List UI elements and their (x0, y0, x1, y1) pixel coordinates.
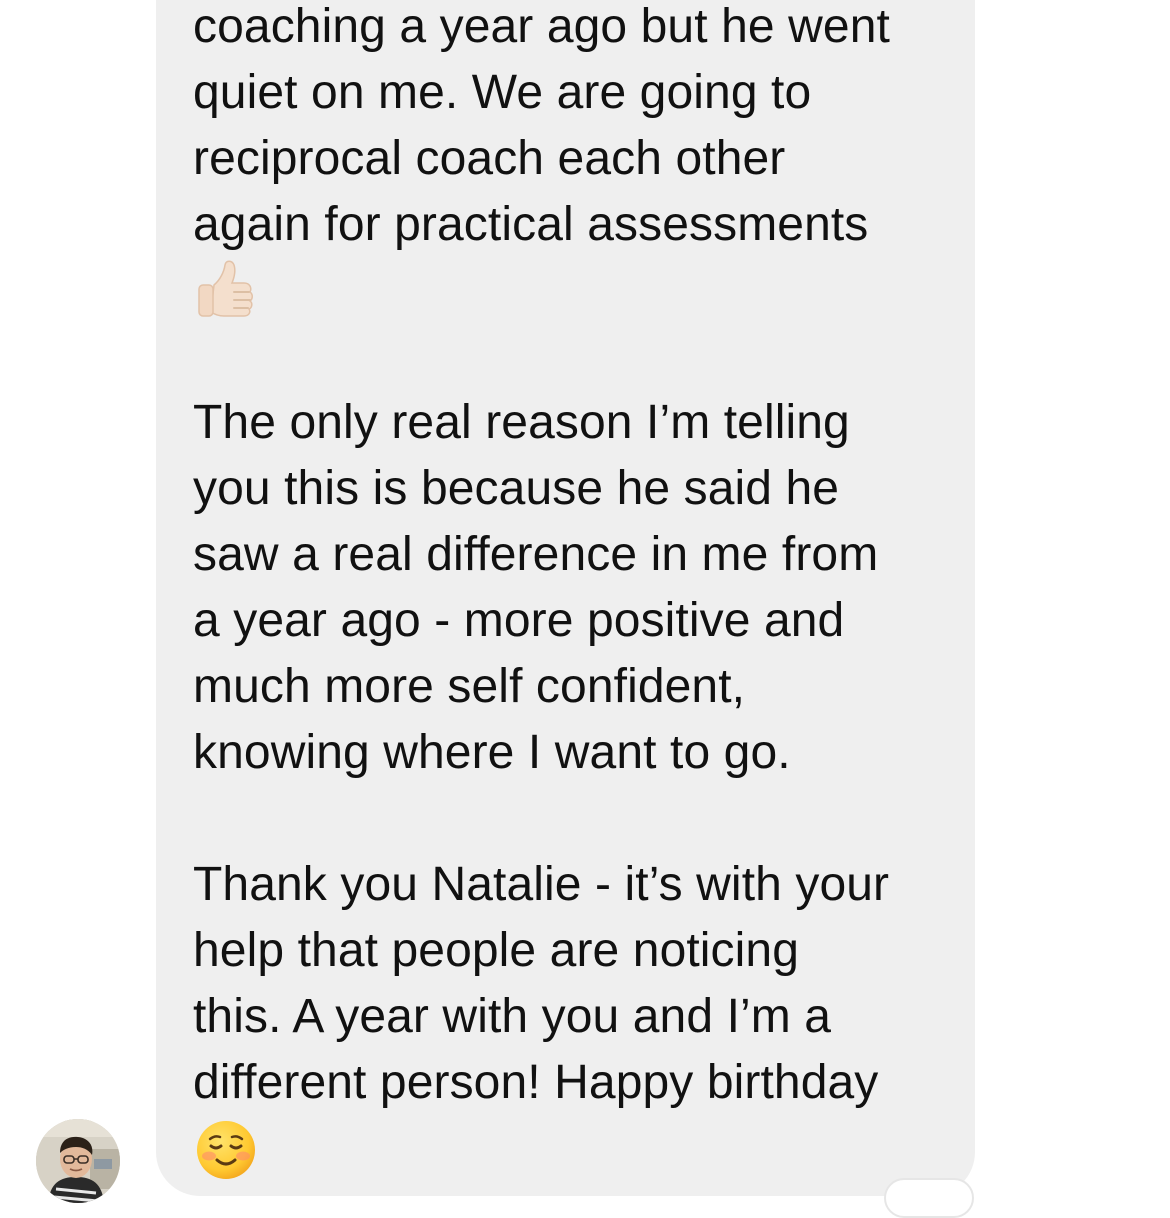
message-line: a year ago - more positive and (193, 594, 845, 647)
message-thread: coaching a year ago but he went quiet on… (0, 0, 1170, 1218)
message-line: saw a real difference in me from (193, 528, 879, 581)
smiling-face-emoji-icon (197, 1121, 255, 1179)
message-line: again for practical assessments (193, 198, 869, 251)
thumbs-up-emoji-icon (198, 260, 253, 317)
message-line: much more self confident, (193, 660, 746, 713)
message-line: Thank you Natalie - it’s with your (193, 858, 890, 911)
message-line: help that people are noticing (193, 924, 800, 977)
message-line: reciprocal coach each other (193, 132, 786, 185)
message-line: The only real reason I’m telling (193, 396, 850, 449)
message-line: knowing where I want to go. (193, 726, 791, 779)
message-line: different person! Happy birthday (193, 1056, 879, 1109)
reaction-badge[interactable] (884, 1178, 974, 1218)
message-line: you this is because he said he (193, 462, 840, 515)
message-line: this. A year with you and I’m a (193, 990, 832, 1043)
message-line: quiet on me. We are going to (193, 66, 812, 119)
person-photo-avatar-icon (36, 1119, 120, 1203)
sender-avatar[interactable] (36, 1119, 120, 1203)
message-line: coaching a year ago but he went (193, 0, 890, 53)
